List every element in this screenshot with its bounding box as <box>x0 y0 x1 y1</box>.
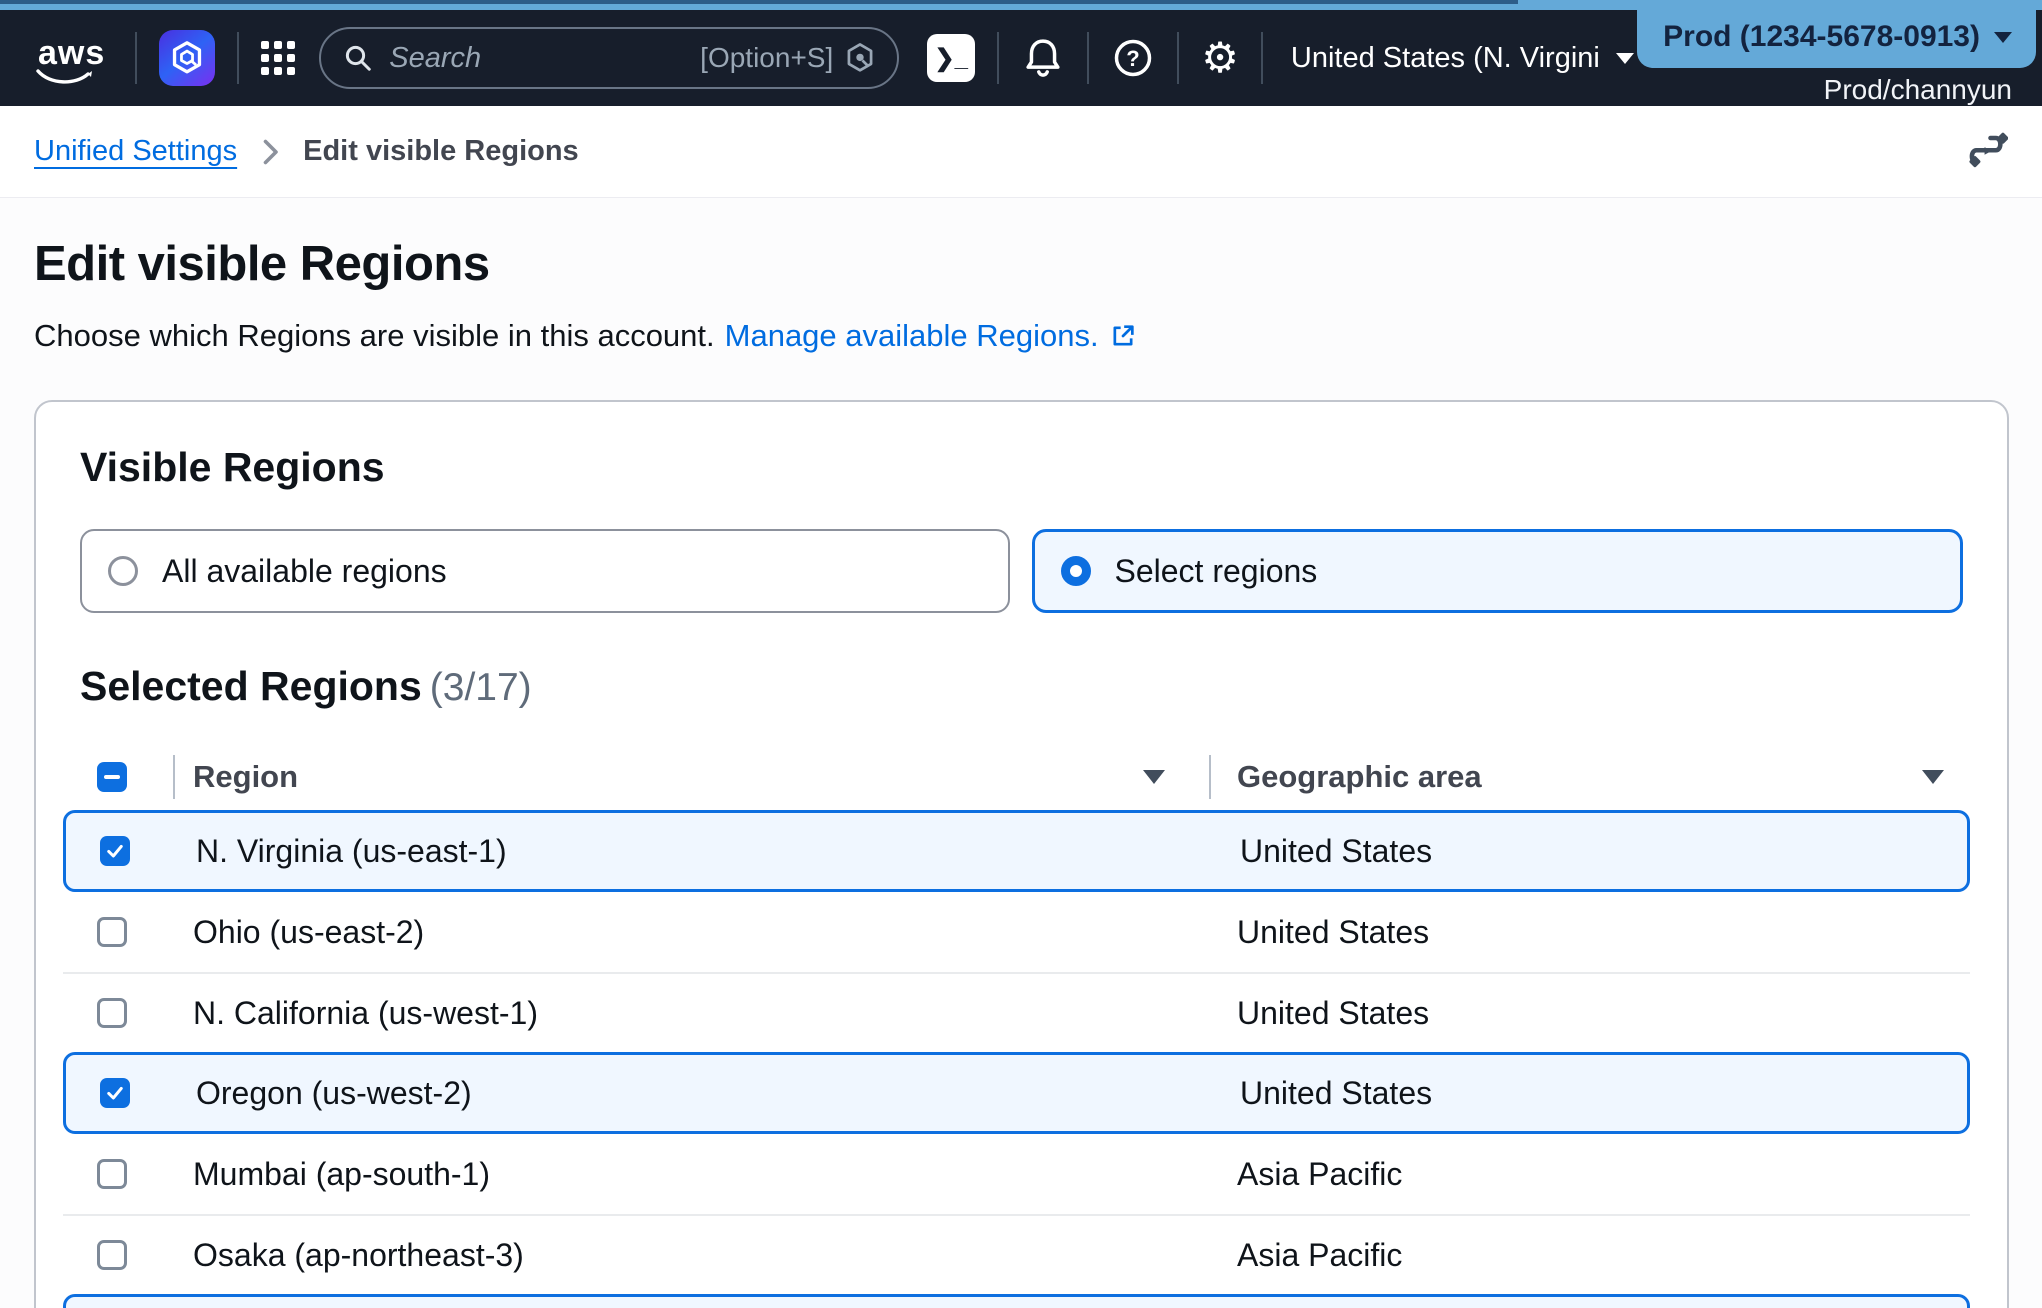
table-row: Osaka (ap-northeast-3) Asia Pacific <box>63 1214 1970 1294</box>
row-checkbox[interactable] <box>97 1159 127 1189</box>
search-input[interactable]: Search [Option+S] <box>319 27 899 89</box>
row-checkbox[interactable] <box>97 1240 127 1270</box>
geographic-area-cell: Asia Pacific <box>1237 1156 1970 1193</box>
selected-count: (3/17) <box>430 666 532 709</box>
workflow-shortcut-icon[interactable] <box>1966 131 2008 173</box>
nav-divider <box>1261 32 1263 84</box>
session-strip-accent <box>0 0 1518 4</box>
aws-logo[interactable]: aws <box>30 34 113 83</box>
geographic-area-sort-icon[interactable] <box>1922 770 1944 784</box>
amazon-q-icon[interactable] <box>159 30 215 86</box>
column-header-region: Region <box>193 759 298 795</box>
breadcrumb: Unified Settings Edit visible Regions <box>34 135 579 168</box>
chevron-down-icon <box>1994 32 2012 43</box>
region-cell: Oregon (us-west-2) <box>196 1075 1240 1112</box>
select-all-checkbox[interactable] <box>97 762 127 792</box>
region-cell: N. California (us-west-1) <box>193 995 1237 1032</box>
radio-selected[interactable] <box>1061 556 1091 586</box>
radio-unselected[interactable] <box>108 556 138 586</box>
region-table-body: N. Virginia (us-east-1) United States Oh… <box>63 810 1970 1308</box>
chevron-down-icon <box>1616 53 1634 64</box>
region-mode-tiles: All available regions Select regions <box>80 529 1963 613</box>
column-divider <box>173 755 175 799</box>
tile-select-regions[interactable]: Select regions <box>1032 529 1964 613</box>
table-row: Mumbai (ap-south-1) Asia Pacific <box>63 1134 1970 1214</box>
geographic-area-cell: United States <box>1237 995 1970 1032</box>
region-cell: Osaka (ap-northeast-3) <box>193 1237 1237 1274</box>
table-row: N. California (us-west-1) United States <box>63 972 1970 1052</box>
user-role-label: Prod/channyun <box>1824 74 2012 106</box>
page-title: Edit visible Regions <box>34 236 2008 292</box>
nav-divider <box>135 32 137 84</box>
region-cell: Mumbai (ap-south-1) <box>193 1156 1237 1193</box>
visible-regions-card: Visible Regions All available regions Se… <box>34 400 2009 1308</box>
top-navigation: aws Search [Option+S] ❯_ <box>0 10 2042 106</box>
nav-divider <box>237 32 239 84</box>
row-checkbox[interactable] <box>100 1078 130 1108</box>
svg-text:?: ? <box>1127 46 1140 71</box>
tile-label: Select regions <box>1115 553 1318 590</box>
geographic-area-cell: United States <box>1237 914 1970 951</box>
column-divider <box>1209 755 1211 799</box>
nav-divider <box>1087 32 1089 84</box>
breadcrumb-unified-settings[interactable]: Unified Settings <box>34 135 237 168</box>
main-content: Edit visible Regions Choose which Region… <box>0 198 2042 1308</box>
q-hexagon-glyph <box>170 40 204 76</box>
row-checkbox[interactable] <box>100 836 130 866</box>
external-link-icon <box>1109 322 1137 350</box>
tile-label: All available regions <box>162 553 447 590</box>
geographic-area-cell: Asia Pacific <box>1237 1237 1970 1274</box>
row-checkbox[interactable] <box>97 998 127 1028</box>
search-placeholder: Search <box>389 42 700 75</box>
selected-regions-heading: Selected Regions(3/17) <box>80 663 1963 710</box>
help-icon[interactable]: ? <box>1111 36 1155 80</box>
q-shortcut-icon <box>845 42 875 74</box>
table-header: Region Geographic area <box>63 744 1970 810</box>
table-row: Seoul (ap-northeast-2) Asia Pacific <box>63 1294 1970 1308</box>
table-row: Oregon (us-west-2) United States <box>63 1052 1970 1134</box>
check-icon <box>105 1083 125 1103</box>
region-sort-icon[interactable] <box>1143 770 1165 784</box>
region-selector[interactable]: United States (N. Virgini <box>1291 42 1634 75</box>
breadcrumb-current: Edit visible Regions <box>303 135 579 168</box>
geographic-area-cell: United States <box>1240 1075 1967 1112</box>
check-icon <box>105 841 125 861</box>
notifications-bell-icon[interactable] <box>1021 36 1065 80</box>
nav-divider <box>1177 32 1179 84</box>
geographic-area-cell: United States <box>1240 833 1967 870</box>
aws-smile-icon <box>36 69 94 85</box>
search-shortcut-hint: [Option+S] <box>700 42 833 74</box>
region-table: Region Geographic area N. Virginia (us-e… <box>63 744 1970 1308</box>
nav-divider <box>997 32 999 84</box>
card-heading: Visible Regions <box>80 444 1963 491</box>
region-cell: N. Virginia (us-east-1) <box>196 833 1240 870</box>
region-cell: Ohio (us-east-2) <box>193 914 1237 951</box>
breadcrumb-bar: Unified Settings Edit visible Regions <box>0 106 2042 198</box>
row-checkbox[interactable] <box>97 917 127 947</box>
manage-regions-link[interactable]: Manage available Regions. <box>725 318 1137 354</box>
table-row: Ohio (us-east-2) United States <box>63 892 1970 972</box>
page-description: Choose which Regions are visible in this… <box>34 318 2008 354</box>
table-row: N. Virginia (us-east-1) United States <box>63 810 1970 892</box>
cloudshell-icon[interactable]: ❯_ <box>927 34 975 82</box>
settings-gear-icon[interactable]: ⚙ <box>1201 37 1239 79</box>
tile-all-available-regions[interactable]: All available regions <box>80 529 1010 613</box>
services-grid-icon[interactable] <box>261 41 295 75</box>
column-header-geographic-area: Geographic area <box>1237 759 1482 795</box>
breadcrumb-chevron-icon <box>257 137 283 167</box>
account-menu-tab[interactable]: Prod (1234-5678-0913) <box>1637 0 2036 68</box>
search-icon <box>343 43 373 73</box>
